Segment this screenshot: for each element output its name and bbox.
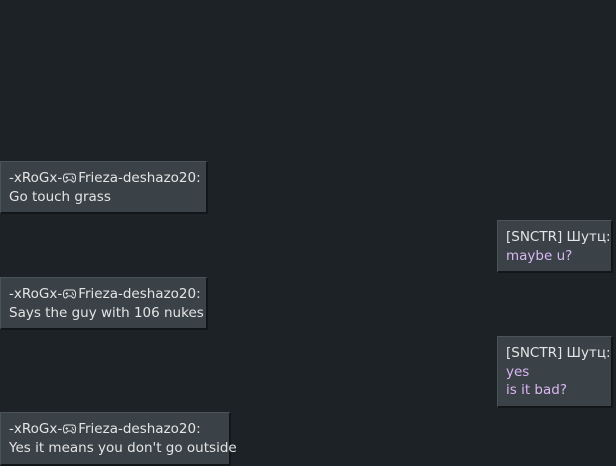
chat-message-outgoing: [SNCTR] Шутц: maybe u? [497,220,613,273]
message-text: yes [506,363,530,380]
sender-clan-tag: -xRoGx- [9,286,63,302]
chat-message-incoming: -xRoGx- Frieza-deshazo20: Says the guy wi… [0,277,208,330]
message-sender: -xRoGx- Frieza-deshazo20: [9,420,220,439]
sender-clan-tag: -xRoGx- [9,421,63,437]
message-text: is it bad? [506,382,567,398]
gamepad-icon [63,173,77,183]
chat-message-outgoing: [SNCTR] Шутц: yes is it bad? [497,336,613,408]
chat-message-incoming: -xRoGx- Frieza-deshazo20: Go touch grass [0,161,208,214]
sender-name: Frieza-deshazo20: [78,286,201,302]
message-sender: -xRoGx- Frieza-deshazo20: [9,169,201,188]
message-sender: -xRoGx- Frieza-deshazo20: [9,285,201,304]
gamepad-icon [63,424,77,434]
sender-name: Frieza-deshazo20: [78,421,201,437]
message-text: Yes it means you don't go outside [9,439,237,456]
message-sender: [SNCTR] Шутц: [506,345,611,361]
message-sender: [SNCTR] Шутц: [506,229,611,245]
sender-clan-tag: -xRoGx- [9,170,63,186]
sender-name: Frieza-deshazo20: [78,170,201,186]
chat-message-incoming: -xRoGx- Frieza-deshazo20: Yes it means yo… [0,412,237,466]
message-text: Says the guy with 106 nukes [9,304,204,321]
message-text: Go touch grass [9,188,111,205]
gamepad-icon [63,289,77,299]
message-text: maybe u? [506,247,573,264]
chat-message-list[interactable]: -xRoGx- Frieza-deshazo20: Go touch grass … [0,0,616,466]
